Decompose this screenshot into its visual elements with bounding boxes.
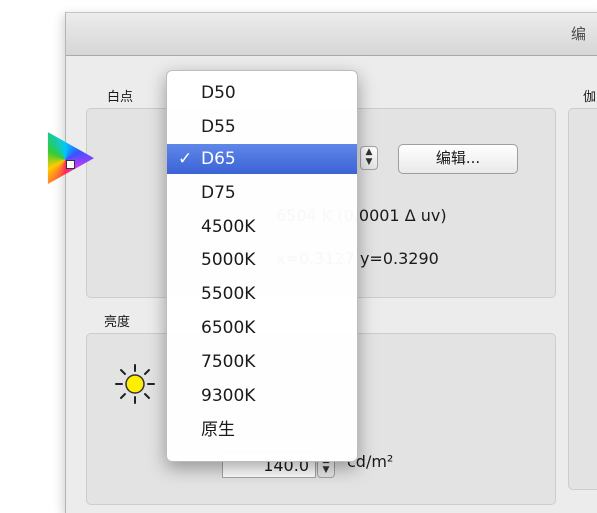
menu-item-d75[interactable]: D75: [167, 177, 357, 209]
menu-item-9300k[interactable]: 9300K: [167, 380, 357, 412]
menu-item-d65-label: D65: [201, 149, 236, 169]
sun-icon: [115, 364, 155, 404]
menu-item-7500k[interactable]: 7500K: [167, 346, 357, 378]
gamma-label: 伽: [583, 90, 597, 105]
gamma-group: [568, 108, 597, 490]
title-bar: 编: [66, 13, 597, 56]
brightness-label: 亮度: [104, 315, 131, 330]
menu-item-d55[interactable]: D55: [167, 111, 357, 143]
menu-item-5500k[interactable]: 5500K: [167, 278, 357, 310]
menu-item-5000k[interactable]: 5000K: [167, 244, 357, 276]
stepper-icon: ▲▼: [365, 147, 373, 167]
menu-item-d65[interactable]: ✓ D65: [167, 144, 357, 174]
white-point-label: 白点: [107, 90, 134, 105]
window-title: 编: [571, 25, 587, 43]
white-point-dropdown-menu: D50 D55 ✓ D65 D75 4500K 5000K 5500K 6500…: [166, 70, 358, 462]
menu-item-d50[interactable]: D50: [167, 77, 357, 109]
checkmark-icon: ✓: [178, 149, 193, 169]
menu-item-4500k[interactable]: 4500K: [167, 211, 357, 243]
menu-item-6500k[interactable]: 6500K: [167, 312, 357, 344]
gamut-white-point-marker: [66, 160, 75, 169]
edit-white-point-button[interactable]: 编辑...: [398, 144, 518, 174]
white-point-popup-stepper[interactable]: ▲ ▼: [360, 146, 378, 170]
menu-item-native[interactable]: 原生: [167, 414, 357, 446]
